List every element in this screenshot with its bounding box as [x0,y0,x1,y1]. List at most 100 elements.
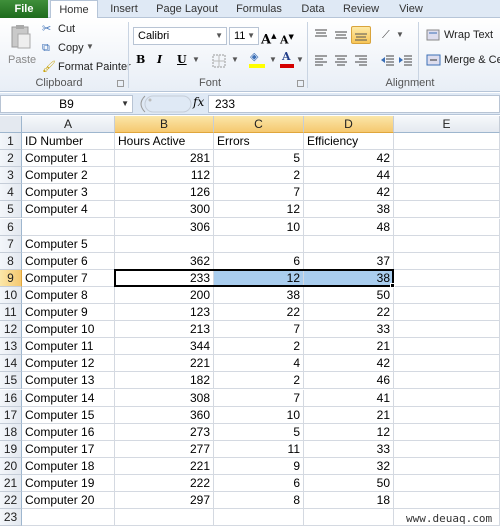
cell-b12[interactable]: 213 [115,321,214,339]
align-right-icon[interactable] [353,54,369,66]
cell-d18[interactable]: 12 [304,423,394,441]
decrease-indent-icon[interactable] [380,54,396,66]
cell-a12[interactable]: Computer 10 [22,321,115,339]
row-header-10[interactable]: 10 [0,286,22,304]
cell-d16[interactable]: 41 [304,389,394,407]
row-header-18[interactable]: 18 [0,423,22,441]
row-header-20[interactable]: 20 [0,457,22,475]
cell-d15[interactable]: 46 [304,372,394,390]
cell-c23[interactable] [214,509,304,526]
cell-e4[interactable] [394,184,500,202]
cell-a16[interactable]: Computer 14 [22,389,115,407]
cell-e14[interactable] [394,355,500,373]
cell-a8[interactable]: Computer 6 [22,252,115,270]
cell-a9[interactable]: Computer 7 [22,269,115,287]
copy-dropdown-icon[interactable]: ▼ [86,42,94,51]
cell-a2[interactable]: Computer 1 [22,150,115,168]
cell-e7[interactable] [394,235,500,253]
cell-d12[interactable]: 33 [304,321,394,339]
cell-d17[interactable]: 21 [304,406,394,424]
cell-c14[interactable]: 4 [214,355,304,373]
cell-b4[interactable]: 126 [115,184,214,202]
cell-c13[interactable]: 2 [214,338,304,356]
select-all-corner[interactable] [0,116,22,133]
formula-input[interactable]: 233 [208,95,500,113]
cell-b19[interactable]: 277 [115,440,214,458]
cell-c4[interactable]: 7 [214,184,304,202]
bold-button[interactable]: B [136,53,145,67]
fill-dropdown-icon[interactable]: ▼ [269,53,277,67]
fill-color-button[interactable]: ◈ [249,50,267,68]
cell-a4[interactable]: Computer 3 [22,184,115,202]
cell-e2[interactable] [394,150,500,168]
cell-c15[interactable]: 2 [214,372,304,390]
cell-d11[interactable]: 22 [304,304,394,321]
borders-icon[interactable] [212,54,226,68]
cell-d8[interactable]: 37 [304,252,394,270]
cell-d13[interactable]: 21 [304,338,394,356]
cell-b7[interactable] [115,235,214,253]
cell-c21[interactable]: 6 [214,475,304,492]
cell-a21[interactable]: Computer 19 [22,475,115,492]
cell-c3[interactable]: 2 [214,167,304,185]
cell-d9[interactable]: 38 [304,269,394,287]
merge-center-button[interactable]: Merge & Cen [424,53,500,69]
cell-a23[interactable] [22,509,115,526]
cell-b23[interactable] [115,509,214,526]
copy-button[interactable]: ⧉ Copy ▼ [42,41,102,57]
tab-view[interactable]: View [392,0,430,18]
font-launcher-icon[interactable] [297,80,304,87]
row-header-17[interactable]: 17 [0,406,22,424]
cell-c17[interactable]: 10 [214,406,304,424]
cell-e17[interactable] [394,406,500,424]
formula-divider-handle[interactable] [137,95,193,113]
cell-c1[interactable]: Errors [214,133,304,150]
cell-a19[interactable]: Computer 17 [22,440,115,458]
row-header-5[interactable]: 5 [0,201,22,219]
font-color-dropdown-icon[interactable]: ▼ [296,53,304,67]
format-painter-button[interactable]: 🖌 Format Painter [42,60,131,76]
row-header-13[interactable]: 13 [0,338,22,356]
cell-b20[interactable]: 221 [115,457,214,475]
cell-d3[interactable]: 44 [304,167,394,185]
tab-file[interactable]: File [0,0,48,18]
paste-button[interactable]: Paste [6,22,36,74]
cut-button[interactable]: ✂ Cut [42,22,102,38]
column-header-e[interactable]: E [394,116,500,133]
row-header-6[interactable]: 6 [0,218,22,236]
cell-a3[interactable]: Computer 2 [22,167,115,185]
row-header-7[interactable]: 7 [0,235,22,253]
cell-b6[interactable]: 306 [115,218,214,236]
font-size-select[interactable]: 11 ▼ [229,27,259,45]
cell-b5[interactable]: 300 [115,201,214,219]
cell-c20[interactable]: 9 [214,457,304,475]
cell-e20[interactable] [394,457,500,475]
cell-b8[interactable]: 362 [115,252,214,270]
cell-c18[interactable]: 5 [214,423,304,441]
cell-c9[interactable]: 12 [214,269,304,287]
cell-b2[interactable]: 281 [115,150,214,168]
font-color-button[interactable]: A [280,50,296,68]
cell-a17[interactable]: Computer 15 [22,406,115,424]
underline-button[interactable]: U [177,53,187,67]
cell-e22[interactable] [394,492,500,510]
row-header-16[interactable]: 16 [0,389,22,407]
clipboard-launcher-icon[interactable] [117,80,124,87]
tab-review[interactable]: Review [338,0,384,18]
row-header-8[interactable]: 8 [0,252,22,270]
cell-c16[interactable]: 7 [214,389,304,407]
cell-a14[interactable]: Computer 12 [22,355,115,373]
row-header-9[interactable]: 9 [0,269,22,287]
row-header-22[interactable]: 22 [0,492,22,510]
cell-e6[interactable] [394,218,500,236]
cell-d19[interactable]: 33 [304,440,394,458]
cell-a6[interactable] [22,218,115,236]
tab-insert[interactable]: Insert [104,0,144,18]
align-bottom-button[interactable] [351,26,371,44]
insert-function-icon[interactable]: fx [193,95,204,109]
cell-e10[interactable] [394,286,500,304]
cell-e12[interactable] [394,321,500,339]
cell-b18[interactable]: 273 [115,423,214,441]
cell-b17[interactable]: 360 [115,406,214,424]
row-header-14[interactable]: 14 [0,355,22,373]
